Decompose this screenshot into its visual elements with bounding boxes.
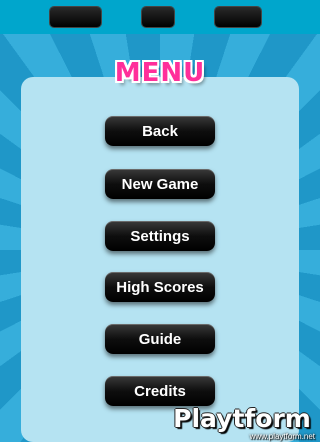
top-left-button[interactable]: [50, 7, 101, 27]
top-center-button[interactable]: [142, 7, 174, 27]
high-scores-button[interactable]: High Scores: [105, 272, 215, 302]
watermark-logo: Playtform: [173, 404, 311, 433]
settings-button[interactable]: Settings: [105, 221, 215, 251]
playtform-watermark: Playtform www.playtform.net: [167, 404, 320, 442]
guide-button[interactable]: Guide: [105, 324, 215, 354]
top-right-button[interactable]: [215, 7, 261, 27]
back-button[interactable]: Back: [105, 116, 215, 146]
new-game-button[interactable]: New Game: [105, 169, 215, 199]
top-bar: [0, 0, 320, 34]
watermark-url: www.playtform.net: [249, 432, 315, 441]
credits-button[interactable]: Credits: [105, 376, 215, 406]
menu-title: MENU: [114, 58, 206, 88]
